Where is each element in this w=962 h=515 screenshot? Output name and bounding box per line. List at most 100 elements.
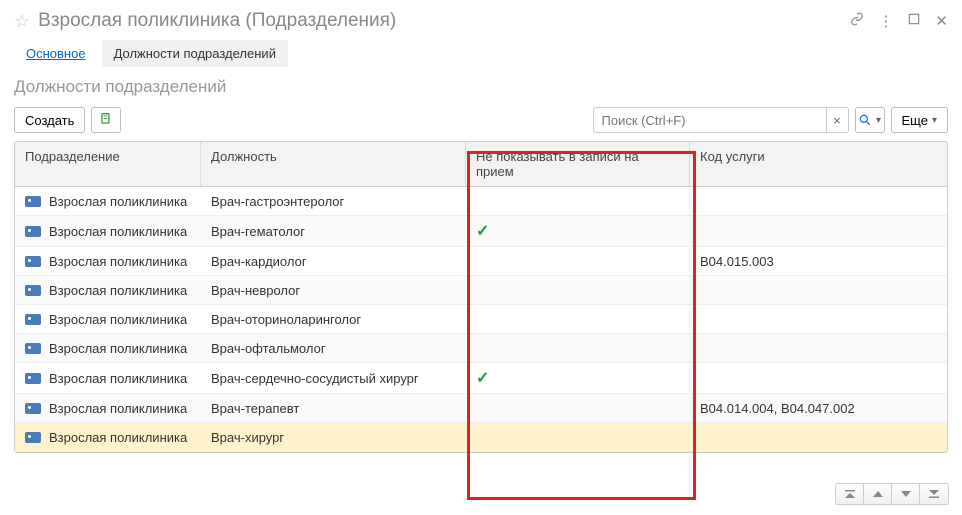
chevron-down-icon: ▾ (876, 115, 881, 126)
refresh-icon (99, 112, 113, 129)
nav-first-icon[interactable] (836, 484, 864, 504)
search-button[interactable]: ▾ (855, 107, 885, 133)
more-button[interactable]: Еще ▾ (891, 107, 948, 133)
cell-department: Взрослая поликлиника (15, 219, 201, 244)
record-icon (25, 256, 41, 267)
cell-hide-flag (466, 403, 690, 413)
refresh-button[interactable] (91, 107, 121, 133)
cell-service-code (690, 285, 947, 295)
cell-department: Взрослая поликлиника (15, 336, 201, 361)
record-icon (25, 314, 41, 325)
table-body: Взрослая поликлиника Врач-гастроэнтеролог… (15, 187, 947, 452)
cell-position: Врач-терапевт (201, 396, 466, 421)
column-service-code[interactable]: Код услуги (690, 142, 947, 186)
toolbar: Создать × ▾ Еще ▾ (0, 107, 962, 141)
cell-department: Взрослая поликлиника (15, 307, 201, 332)
cell-hide-flag (466, 314, 690, 324)
cell-position: Врач-сердечно-сосудистый хирург (201, 366, 466, 391)
cell-department-text: Взрослая поликлиника (49, 430, 187, 445)
cell-department: Взрослая поликлиника (15, 366, 201, 391)
cell-department: Взрослая поликлиника (15, 249, 201, 274)
nav-last-icon[interactable] (920, 484, 948, 504)
cell-position: Врач-невролог (201, 278, 466, 303)
table-row[interactable]: Взрослая поликлиника Врач-оториноларингол… (15, 305, 947, 334)
maximize-icon[interactable] (907, 12, 921, 30)
record-icon (25, 196, 41, 207)
table-header: Подразделение Должность Не показывать в … (15, 142, 947, 187)
window-header: ☆ Взрослая поликлиника (Подразделения) ⋮… (0, 0, 962, 40)
cell-position: Врач-кардиолог (201, 249, 466, 274)
cell-hide-flag (466, 285, 690, 295)
cell-department-text: Взрослая поликлиника (49, 283, 187, 298)
data-table: Подразделение Должность Не показывать в … (14, 141, 948, 453)
more-menu-icon[interactable]: ⋮ (878, 12, 893, 30)
table-row[interactable]: Взрослая поликлиника Врач-гематолог ✓ (15, 216, 947, 247)
cell-service-code (690, 432, 947, 442)
tabs: Основное Должности подразделений (0, 40, 962, 77)
record-icon (25, 226, 41, 237)
cell-hide-flag (466, 196, 690, 206)
cell-hide-flag (466, 256, 690, 266)
cell-hide-flag: ✓ (466, 363, 690, 393)
header-actions: ⋮ ✕ (850, 12, 948, 30)
search-clear-button[interactable]: × (827, 107, 849, 133)
cell-service-code (690, 373, 947, 383)
cell-hide-flag (466, 432, 690, 442)
section-title: Должности подразделений (0, 77, 962, 107)
cell-department-text: Взрослая поликлиника (49, 401, 187, 416)
cell-service-code (690, 343, 947, 353)
table-row[interactable]: Взрослая поликлиника Врач-гастроэнтеролог (15, 187, 947, 216)
record-icon (25, 432, 41, 443)
nav-down-icon[interactable] (892, 484, 920, 504)
link-icon[interactable] (850, 12, 864, 30)
cell-position: Врач-гематолог (201, 219, 466, 244)
table-row[interactable]: Взрослая поликлиника Врач-хирург (15, 423, 947, 452)
cell-service-code: B04.015.003 (690, 249, 947, 274)
cell-service-code: B04.014.004, B04.047.002 (690, 396, 947, 421)
cell-hide-flag (466, 343, 690, 353)
cell-position: Врач-хирург (201, 425, 466, 450)
cell-department-text: Взрослая поликлиника (49, 194, 187, 209)
record-icon (25, 285, 41, 296)
cell-department: Взрослая поликлиника (15, 425, 201, 450)
tab-positions[interactable]: Должности подразделений (102, 40, 288, 67)
cell-position: Врач-гастроэнтеролог (201, 189, 466, 214)
create-button[interactable]: Создать (14, 107, 85, 133)
cell-department: Взрослая поликлиника (15, 189, 201, 214)
cell-department: Взрослая поликлиника (15, 396, 201, 421)
cell-department-text: Взрослая поликлиника (49, 371, 187, 386)
cell-service-code (690, 196, 947, 206)
cell-department-text: Взрослая поликлиника (49, 312, 187, 327)
table-nav-bar (835, 483, 949, 505)
column-department[interactable]: Подразделение (15, 142, 201, 186)
search-input[interactable] (593, 107, 827, 133)
table-row[interactable]: Взрослая поликлиника Врач-невролог (15, 276, 947, 305)
cell-position: Врач-офтальмолог (201, 336, 466, 361)
more-button-label: Еще (902, 113, 928, 128)
table-row[interactable]: Взрослая поликлиника Врач-терапевт B04.014… (15, 394, 947, 423)
cell-hide-flag: ✓ (466, 216, 690, 246)
cell-service-code (690, 226, 947, 236)
record-icon (25, 373, 41, 384)
tab-main[interactable]: Основное (14, 40, 98, 67)
cell-position: Врач-оториноларинголог (201, 307, 466, 332)
chevron-down-icon: ▾ (932, 115, 937, 126)
cell-department-text: Взрослая поликлиника (49, 224, 187, 239)
record-icon (25, 403, 41, 414)
search-box: × (593, 107, 849, 133)
column-hide-in-appointment[interactable]: Не показывать в записи на прием (466, 142, 690, 186)
cell-department-text: Взрослая поликлиника (49, 254, 187, 269)
table-row[interactable]: Взрослая поликлиника Врач-офтальмолог (15, 334, 947, 363)
table-row[interactable]: Взрослая поликлиника Врач-кардиолог B04.01… (15, 247, 947, 276)
cell-department-text: Взрослая поликлиника (49, 341, 187, 356)
checkmark-icon: ✓ (476, 368, 489, 388)
checkmark-icon: ✓ (476, 221, 489, 241)
record-icon (25, 343, 41, 354)
cell-service-code (690, 314, 947, 324)
close-icon[interactable]: ✕ (935, 12, 948, 30)
favorite-star-icon[interactable]: ☆ (14, 11, 30, 32)
window-title: Взрослая поликлиника (Подразделения) (38, 10, 850, 32)
table-row[interactable]: Взрослая поликлиника Врач-сердечно-сосуди… (15, 363, 947, 394)
nav-up-icon[interactable] (864, 484, 892, 504)
column-position[interactable]: Должность (201, 142, 466, 186)
